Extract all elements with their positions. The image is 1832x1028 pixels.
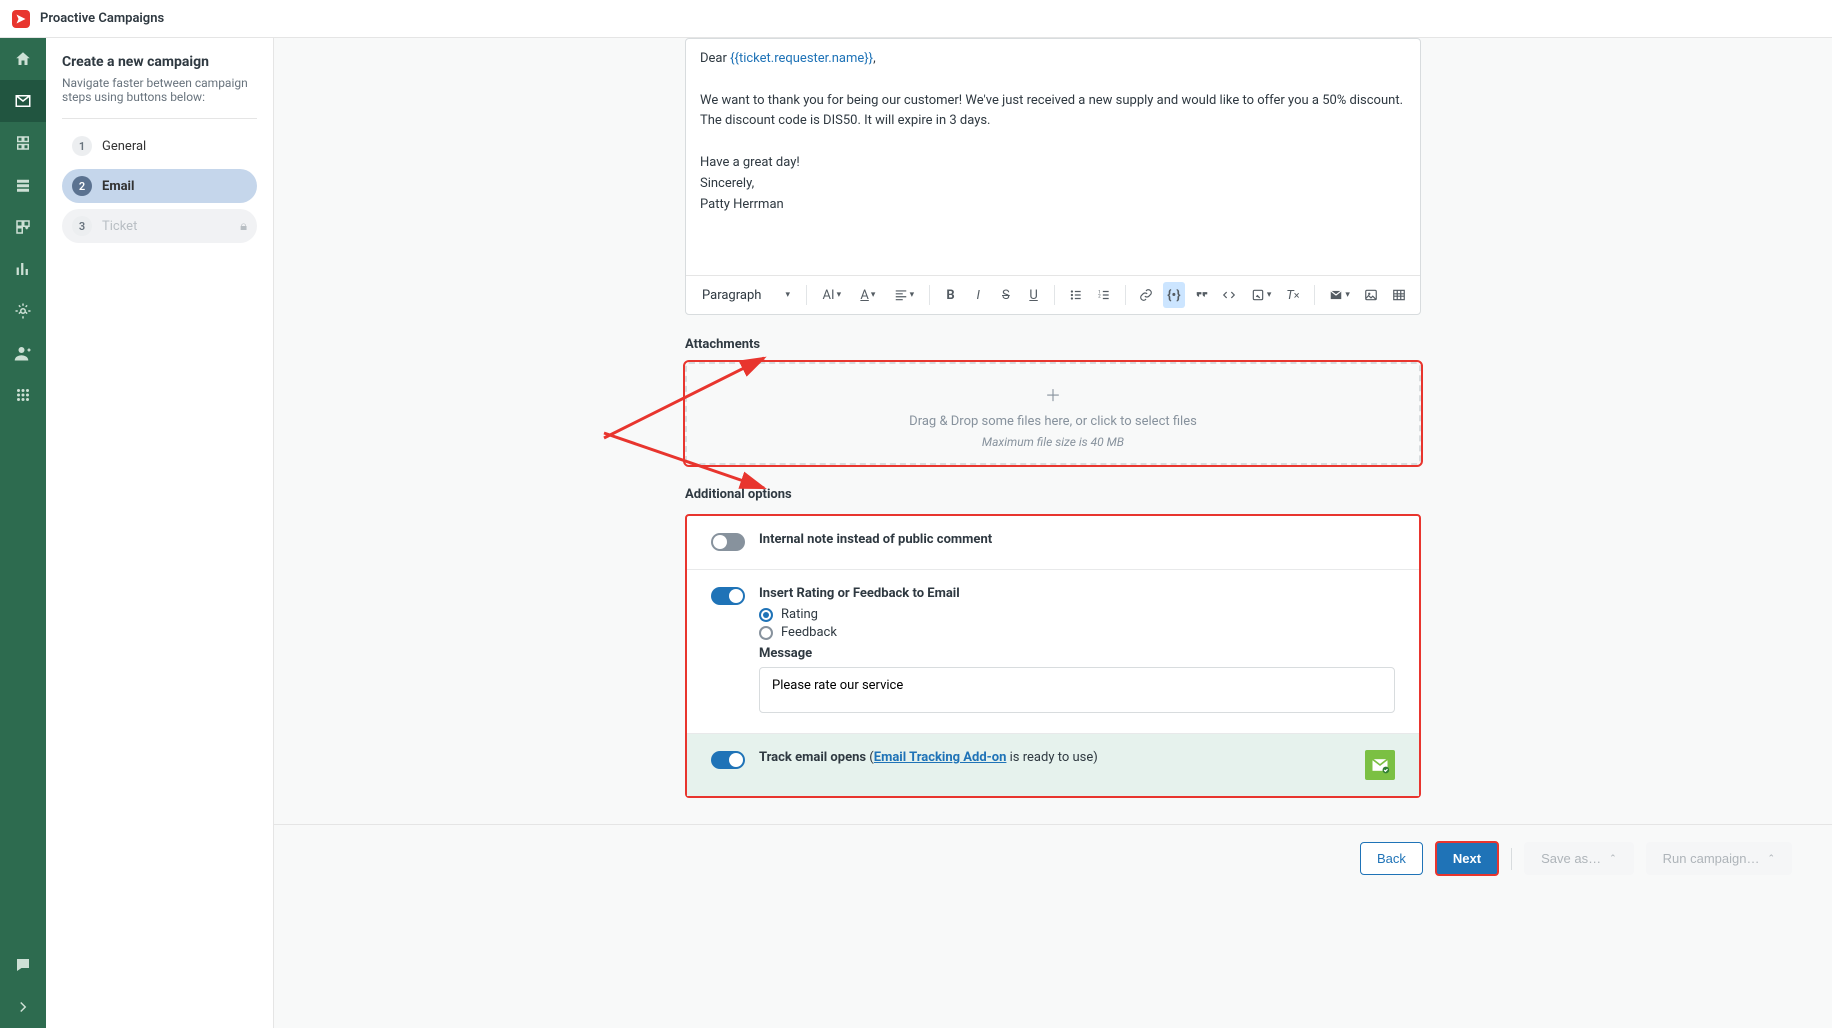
- next-button[interactable]: Next: [1435, 841, 1499, 876]
- nav-users[interactable]: [0, 332, 46, 374]
- radio-rating[interactable]: Rating: [759, 607, 1395, 622]
- table-button[interactable]: [1388, 282, 1410, 308]
- step-email[interactable]: 2 Email: [62, 169, 257, 203]
- nav-chat[interactable]: [0, 944, 46, 986]
- code-button[interactable]: [1218, 282, 1240, 308]
- bullet-list-button[interactable]: [1065, 282, 1087, 308]
- strike-button[interactable]: S: [995, 282, 1017, 308]
- option-insert-rating: Insert Rating or Feedback to Email Ratin…: [687, 570, 1419, 734]
- option-internal-note: Internal note instead of public comment: [687, 516, 1419, 570]
- dropzone-text: Drag & Drop some files here, or click to…: [687, 414, 1419, 429]
- lock-icon: 🔒︎: [240, 219, 247, 234]
- radio-icon: [759, 608, 773, 622]
- nav-add[interactable]: [0, 206, 46, 248]
- step-ticket: 3 Ticket 🔒︎: [62, 209, 257, 243]
- app-logo: [12, 10, 30, 28]
- app-title: Proactive Campaigns: [40, 11, 164, 26]
- options-label: Additional options: [685, 487, 1421, 502]
- main-area: Dear {{ticket.requester.name}}, We want …: [274, 38, 1832, 1028]
- insert-rating-toggle[interactable]: [711, 587, 745, 605]
- back-button[interactable]: Back: [1360, 842, 1423, 875]
- nav-rail: [0, 38, 46, 1028]
- divider: [62, 118, 257, 119]
- footer-bar: Back Next Save as…⌃ Run campaign…⌃: [274, 824, 1832, 892]
- clear-format-button[interactable]: T×: [1282, 282, 1304, 308]
- message-input[interactable]: [759, 667, 1395, 713]
- radio-feedback[interactable]: Feedback: [759, 625, 1395, 640]
- track-opens-toggle[interactable]: [711, 751, 745, 769]
- ordered-list-button[interactable]: 12: [1093, 282, 1115, 308]
- ai-button[interactable]: AI▾: [817, 282, 847, 308]
- steps-panel: Create a new campaign Navigate faster be…: [46, 38, 274, 1028]
- save-as-button: Save as…⌃: [1524, 842, 1634, 875]
- run-campaign-button: Run campaign…⌃: [1646, 842, 1792, 875]
- template-variable: {{ticket.requester.name}}: [730, 51, 873, 66]
- italic-button[interactable]: I: [967, 282, 989, 308]
- option-track-opens: Track email opens (Email Tracking Add-on…: [687, 734, 1419, 796]
- nav-lists[interactable]: [0, 164, 46, 206]
- bold-button[interactable]: B: [940, 282, 962, 308]
- svg-text:2: 2: [1098, 294, 1101, 300]
- dropzone-sub: Maximum file size is 40 MB: [687, 435, 1419, 449]
- email-templates-button[interactable]: ▾: [1325, 282, 1355, 308]
- nav-apps[interactable]: [0, 374, 46, 416]
- block-type-select[interactable]: Paragraph▾: [696, 285, 796, 306]
- align-button[interactable]: ▾: [889, 282, 919, 308]
- nav-settings[interactable]: [0, 290, 46, 332]
- nav-analytics[interactable]: [0, 248, 46, 290]
- nav-expand[interactable]: [0, 986, 46, 1028]
- attachments-dropzone[interactable]: ＋ Drag & Drop some files here, or click …: [685, 362, 1421, 465]
- email-tracking-link[interactable]: Email Tracking Add-on: [874, 750, 1007, 765]
- insert-button[interactable]: ▾: [1246, 282, 1276, 308]
- underline-button[interactable]: U: [1023, 282, 1045, 308]
- nav-templates[interactable]: [0, 122, 46, 164]
- nav-home[interactable]: [0, 38, 46, 80]
- separator: [1511, 848, 1512, 870]
- email-editor: Dear {{ticket.requester.name}}, We want …: [685, 38, 1421, 315]
- panel-heading: Create a new campaign: [62, 54, 257, 70]
- font-color-button[interactable]: A▾: [853, 282, 883, 308]
- radio-icon: [759, 626, 773, 640]
- placeholder-button[interactable]: {•}: [1163, 282, 1185, 308]
- attachments-label: Attachments: [685, 337, 1421, 352]
- nav-email[interactable]: [0, 80, 46, 122]
- step-general[interactable]: 1 General: [62, 129, 257, 163]
- link-button[interactable]: [1135, 282, 1157, 308]
- email-body[interactable]: Dear {{ticket.requester.name}}, We want …: [686, 39, 1420, 275]
- additional-options: Internal note instead of public comment …: [685, 514, 1421, 798]
- panel-sub: Navigate faster between campaign steps u…: [62, 76, 257, 104]
- tracking-addon-icon: [1365, 750, 1395, 780]
- message-label: Message: [759, 646, 1395, 661]
- internal-note-toggle[interactable]: [711, 533, 745, 551]
- editor-toolbar: Paragraph▾ AI▾ A▾ ▾ B I S U 12 {•}: [686, 275, 1420, 314]
- top-bar: Proactive Campaigns: [0, 0, 1832, 38]
- image-button[interactable]: [1361, 282, 1383, 308]
- quote-button[interactable]: [1191, 282, 1213, 308]
- plus-icon: ＋: [687, 382, 1419, 406]
